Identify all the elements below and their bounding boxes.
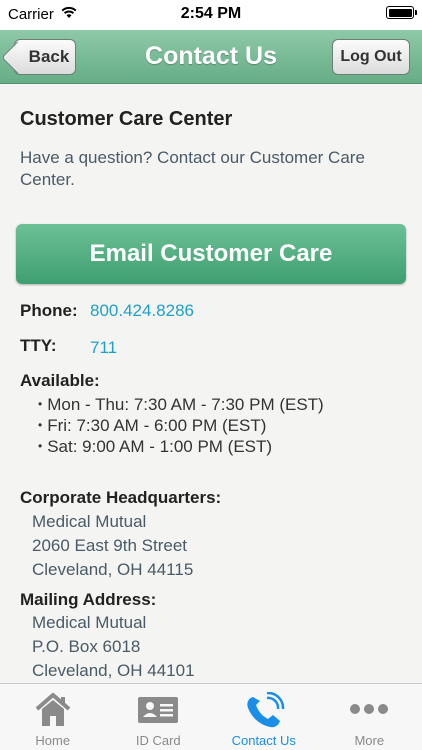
mailing-address-line: Cleveland, OH 44101 xyxy=(32,661,195,680)
hours-item: • Fri: 7:30 AM - 6:00 PM (EST) xyxy=(38,416,266,436)
tab-id-card[interactable]: ID Card xyxy=(106,684,212,750)
tab-id-card-label: ID Card xyxy=(135,733,181,748)
bullet-icon: • xyxy=(38,397,43,411)
tty-label: TTY: xyxy=(20,336,57,355)
hq-address-line: Cleveland, OH 44115 xyxy=(32,560,194,579)
mailing-address-line: Medical Mutual xyxy=(32,613,147,632)
bullet-icon: • xyxy=(38,439,43,453)
phone-icon xyxy=(243,691,285,735)
hq-label: Corporate Headquarters: xyxy=(20,488,222,507)
tab-home-label: Home xyxy=(35,733,71,748)
logout-button[interactable]: Log Out xyxy=(332,39,410,75)
hours-item: • Mon - Thu: 7:30 AM - 7:30 PM (EST) xyxy=(38,395,324,415)
email-customer-care-button[interactable]: Email Customer Care xyxy=(16,224,406,284)
mailing-label: Mailing Address: xyxy=(20,590,157,609)
navigation-bar: Back Contact Us Log Out xyxy=(0,30,422,84)
hq-address-line: 2060 East 9th Street xyxy=(32,536,187,555)
tab-more[interactable]: More xyxy=(317,684,422,750)
bullet-icon: • xyxy=(38,418,43,432)
hours-text: Mon - Thu: 7:30 AM - 7:30 PM (EST) xyxy=(47,395,324,414)
tab-more-label: More xyxy=(354,733,385,748)
status-time: 2:54 PM xyxy=(180,5,242,22)
id-card-icon xyxy=(137,696,179,729)
more-icon xyxy=(349,702,389,720)
tab-home[interactable]: Home xyxy=(0,684,106,750)
home-icon xyxy=(33,692,73,733)
tty-link[interactable]: 711 xyxy=(90,338,117,358)
intro-text: Have a question? Contact our Customer Ca… xyxy=(20,148,365,189)
mailing-address-line: P.O. Box 6018 xyxy=(32,637,141,656)
status-bar: Carrier 2:54 PM xyxy=(0,0,422,30)
hq-address-line: Medical Mutual xyxy=(32,512,147,531)
phone-link[interactable]: 800.424.8286 xyxy=(90,301,194,321)
tab-bar: Home ID Card Contact Us More xyxy=(0,683,422,750)
hours-text: Fri: 7:30 AM - 6:00 PM (EST) xyxy=(47,416,267,435)
phone-label: Phone: xyxy=(20,301,78,320)
available-label: Available: xyxy=(20,371,100,390)
tab-contact-us-label: Contact Us xyxy=(231,733,296,748)
section-title: Customer Care Center xyxy=(20,108,233,130)
contact-content: Customer Care Center Have a question? Co… xyxy=(0,85,422,683)
tab-contact-us[interactable]: Contact Us xyxy=(211,684,317,750)
battery-icon xyxy=(386,6,417,19)
hours-item: • Sat: 9:00 AM - 1:00 PM (EST) xyxy=(38,437,272,457)
hours-text: Sat: 9:00 AM - 1:00 PM (EST) xyxy=(47,437,273,456)
